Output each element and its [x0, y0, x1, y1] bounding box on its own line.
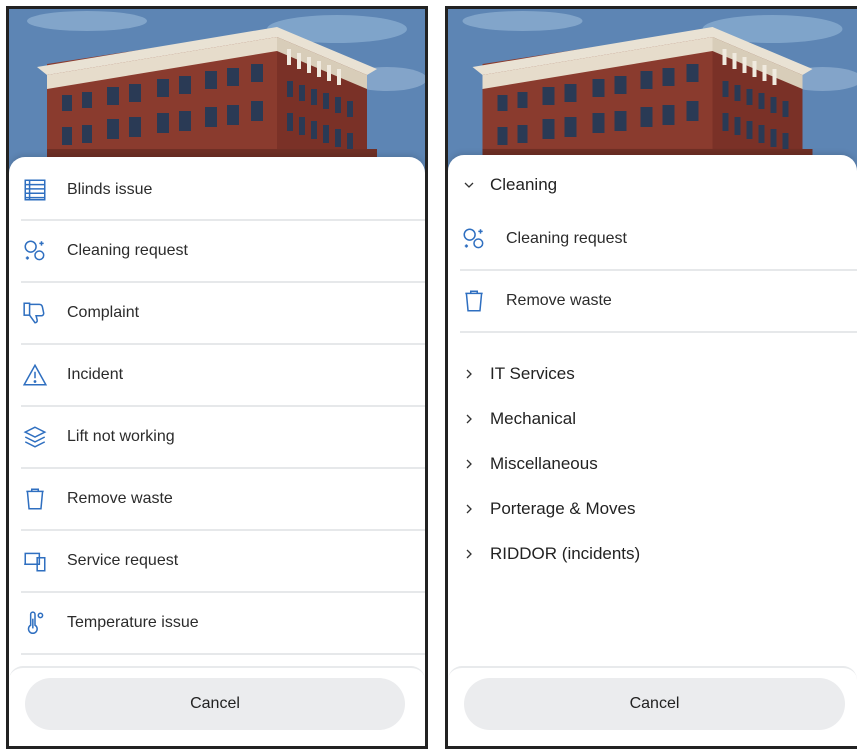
list-item-cleaning-request[interactable]: Cleaning request — [460, 209, 857, 271]
list-item-service-request[interactable]: Service request — [21, 531, 425, 593]
group-header-miscellaneous[interactable]: Miscellaneous — [448, 441, 857, 486]
list-item-remove-waste[interactable]: Remove waste — [21, 469, 425, 531]
list-item-label: Incident — [67, 366, 124, 383]
list-item-label: Remove waste — [506, 292, 612, 309]
chevron-right-icon — [462, 547, 476, 561]
group-label: Mechanical — [490, 408, 576, 428]
list-item-temperature-issue[interactable]: Temperature issue — [21, 593, 425, 655]
list-item-label: Cleaning request — [67, 242, 188, 259]
request-type-list: Blinds issue Cleaning request Complaint … — [9, 161, 425, 655]
chevron-right-icon — [462, 502, 476, 516]
group-header-cleaning[interactable]: Cleaning — [448, 161, 857, 209]
warning-triangle-icon — [21, 361, 49, 389]
left-phone-screen: Blinds issue Cleaning request Complaint … — [6, 6, 428, 749]
devices-icon — [21, 547, 49, 575]
sheet-footer: Cancel — [448, 666, 857, 746]
group-header-mechanical[interactable]: Mechanical — [448, 396, 857, 441]
group-label: IT Services — [490, 363, 575, 383]
list-item-incident[interactable]: Incident — [21, 345, 425, 407]
group-label: RIDDOR (incidents) — [490, 543, 641, 563]
list-item-label: Remove waste — [67, 490, 173, 507]
layers-icon — [21, 423, 49, 451]
list-item-label: Service request — [67, 552, 179, 569]
group-header-it-services[interactable]: IT Services — [448, 351, 857, 396]
blinds-icon — [21, 176, 49, 204]
list-item-cleaning-request[interactable]: Cleaning request — [21, 221, 425, 283]
cleaning-items-list: Cleaning request Remove waste — [448, 209, 857, 333]
list-item-label: Complaint — [67, 304, 140, 321]
trash-bin-icon — [21, 485, 49, 513]
list-item-label: Lift not working — [67, 428, 175, 445]
cleaning-bubbles-icon — [460, 225, 488, 253]
request-type-sheet: Blinds issue Cleaning request Complaint … — [9, 157, 425, 746]
chevron-right-icon — [462, 367, 476, 381]
list-item-label: Blinds issue — [67, 181, 153, 198]
list-item-blinds-issue[interactable]: Blinds issue — [21, 161, 425, 221]
group-label: Miscellaneous — [490, 453, 598, 473]
collapsed-groups: IT Services Mechanical Miscellaneous Por… — [448, 351, 857, 576]
cleaning-bubbles-icon — [21, 237, 49, 265]
cancel-button[interactable]: Cancel — [464, 678, 845, 730]
list-item-complaint[interactable]: Complaint — [21, 283, 425, 345]
category-sheet: Cleaning Cleaning request Remove waste I… — [448, 155, 857, 746]
right-phone-screen: Cleaning Cleaning request Remove waste I… — [445, 6, 857, 749]
list-item-remove-waste[interactable]: Remove waste — [460, 271, 857, 333]
thermometer-icon — [21, 609, 49, 637]
group-label: Porterage & Moves — [490, 498, 636, 518]
group-header-riddor[interactable]: RIDDOR (incidents) — [448, 531, 857, 576]
list-item-label: Temperature issue — [67, 614, 199, 631]
cancel-button[interactable]: Cancel — [25, 678, 405, 730]
chevron-right-icon — [462, 412, 476, 426]
group-label: Cleaning — [490, 175, 558, 194]
sheet-footer: Cancel — [9, 666, 425, 746]
list-item-label: Cleaning request — [506, 230, 627, 247]
group-header-porterage-moves[interactable]: Porterage & Moves — [448, 486, 857, 531]
trash-bin-icon — [460, 287, 488, 315]
chevron-down-icon — [462, 178, 476, 192]
chevron-right-icon — [462, 457, 476, 471]
list-item-lift-not-working[interactable]: Lift not working — [21, 407, 425, 469]
thumbs-down-icon — [21, 299, 49, 327]
